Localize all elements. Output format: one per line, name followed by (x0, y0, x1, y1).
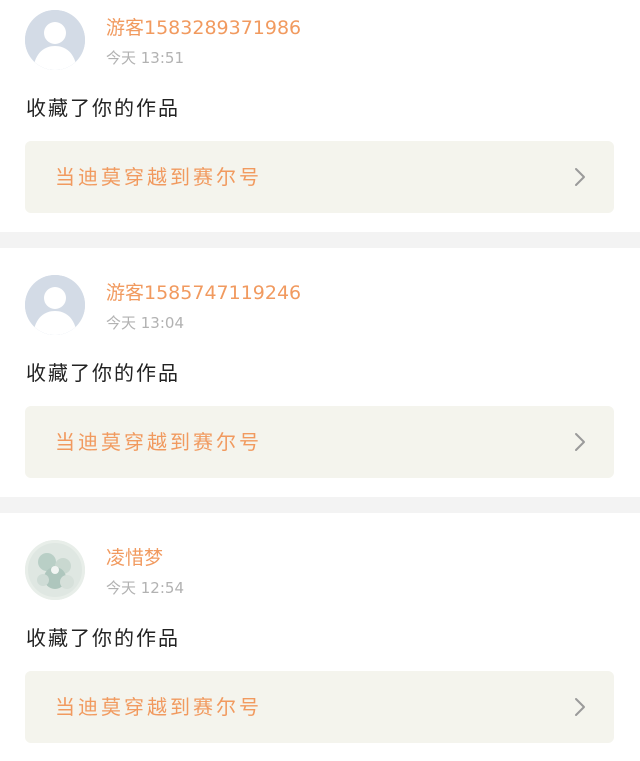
username[interactable]: 凌惜梦 (106, 546, 163, 570)
user-photo-avatar[interactable] (25, 540, 85, 600)
default-avatar-icon[interactable] (25, 10, 85, 70)
notification-feed: 游客1583289371986 今天 13:51 收藏了你的作品 当迪莫穿越到赛… (0, 0, 640, 761)
work-link-card[interactable]: 当迪莫穿越到赛尔号 (25, 406, 614, 478)
divider (0, 497, 640, 513)
work-link-card[interactable]: 当迪莫穿越到赛尔号 (25, 671, 614, 743)
timestamp: 今天 13:51 (106, 49, 184, 67)
work-title: 当迪莫穿越到赛尔号 (55, 695, 262, 719)
timestamp: 今天 12:54 (106, 579, 184, 597)
chevron-right-icon (575, 168, 585, 186)
notification-item: 凌惜梦 今天 12:54 收藏了你的作品 当迪莫穿越到赛尔号 (0, 530, 640, 760)
chevron-right-icon (575, 698, 585, 716)
action-text: 收藏了你的作品 (26, 626, 180, 650)
username[interactable]: 游客1585747119246 (106, 281, 301, 305)
default-avatar-icon[interactable] (25, 275, 85, 335)
chevron-right-icon (575, 433, 585, 451)
action-text: 收藏了你的作品 (26, 361, 180, 385)
notification-item: 游客1585747119246 今天 13:04 收藏了你的作品 当迪莫穿越到赛… (0, 265, 640, 495)
username[interactable]: 游客1583289371986 (106, 16, 301, 40)
timestamp: 今天 13:04 (106, 314, 184, 332)
work-title: 当迪莫穿越到赛尔号 (55, 165, 262, 189)
action-text: 收藏了你的作品 (26, 96, 180, 120)
work-link-card[interactable]: 当迪莫穿越到赛尔号 (25, 141, 614, 213)
work-title: 当迪莫穿越到赛尔号 (55, 430, 262, 454)
divider (0, 232, 640, 248)
notification-item: 游客1583289371986 今天 13:51 收藏了你的作品 当迪莫穿越到赛… (0, 0, 640, 230)
